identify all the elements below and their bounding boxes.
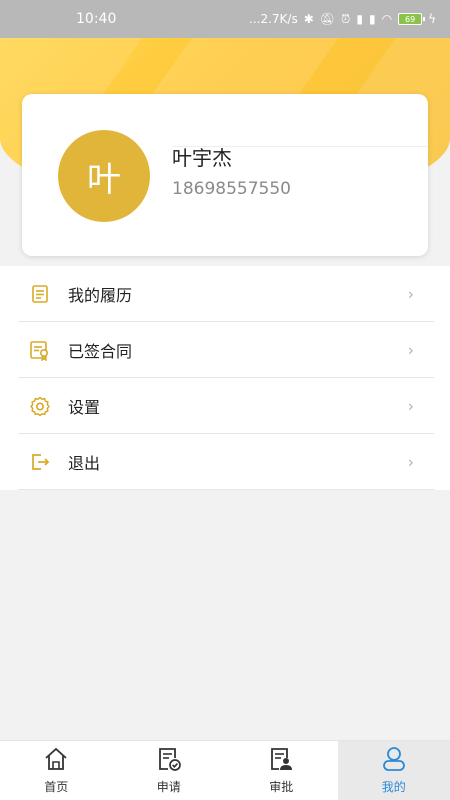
apply-icon: [155, 746, 183, 776]
home-icon: [42, 746, 70, 776]
nav-item-profile[interactable]: 我的: [337, 741, 450, 800]
charging-icon: ϟ: [428, 12, 436, 26]
battery-level: 69: [404, 14, 416, 24]
menu-item-resume[interactable]: 我的履历 ›: [0, 266, 450, 322]
avatar-char: 叶: [87, 159, 121, 200]
chevron-right-icon: ›: [407, 284, 414, 304]
menu-list: 我的履历 › 已签合同 › 设置 › 退出 ›: [0, 266, 450, 490]
profile-card[interactable]: 叶 叶宇杰 18698557550: [22, 94, 428, 256]
logout-icon: [28, 450, 52, 474]
signal-icon: ▮: [356, 12, 363, 26]
menu-item-logout[interactable]: 退出 ›: [0, 434, 450, 490]
nav-label: 我的: [381, 780, 406, 794]
chevron-right-icon: ›: [407, 452, 414, 472]
status-bar: 10:40 ...2.7K/s ✱ 🔕︎ ⏰︎ ▮ ▮ ◠ 69 ϟ: [0, 0, 450, 38]
signal-icon-2: ▮: [368, 12, 376, 26]
mute-icon: 🔕︎: [319, 12, 335, 26]
avatar[interactable]: 叶: [58, 130, 150, 222]
menu-item-contracts[interactable]: 已签合同 ›: [0, 322, 450, 378]
bluetooth-icon: ✱: [303, 12, 314, 26]
user-name: 叶宇杰: [172, 146, 232, 170]
status-icons: ...2.7K/s ✱ 🔕︎ ⏰︎ ▮ ▮ ◠ 69 ϟ: [249, 12, 436, 26]
nav-label: 申请: [156, 780, 181, 794]
bottom-nav: 首页 申请 审批 我的: [0, 740, 450, 800]
nav-item-home[interactable]: 首页: [0, 741, 113, 800]
status-time: 10:40: [76, 11, 117, 27]
chevron-right-icon: ›: [407, 396, 414, 416]
menu-item-label: 退出: [68, 454, 101, 473]
network-speed: ...2.7K/s: [249, 12, 298, 26]
resume-icon: [28, 282, 52, 306]
menu-item-label: 我的履历: [68, 286, 133, 305]
contract-icon: [28, 338, 52, 362]
battery-icon: 69: [398, 13, 426, 25]
alarm-icon: ⏰︎: [341, 12, 351, 26]
gear-icon: [28, 394, 52, 418]
nav-label: 首页: [44, 780, 69, 794]
nav-item-apply[interactable]: 申请: [113, 741, 226, 800]
user-phone: 18698557550: [172, 179, 291, 199]
menu-item-label: 设置: [68, 398, 101, 417]
profile-icon: [380, 746, 408, 776]
wifi-icon: ◠: [381, 12, 393, 26]
chevron-right-icon: ›: [407, 340, 414, 360]
nav-item-approve[interactable]: 审批: [225, 741, 338, 800]
menu-item-settings[interactable]: 设置 ›: [0, 378, 450, 434]
approve-icon: [267, 746, 295, 776]
menu-item-label: 已签合同: [68, 342, 133, 361]
nav-label: 审批: [269, 780, 294, 794]
